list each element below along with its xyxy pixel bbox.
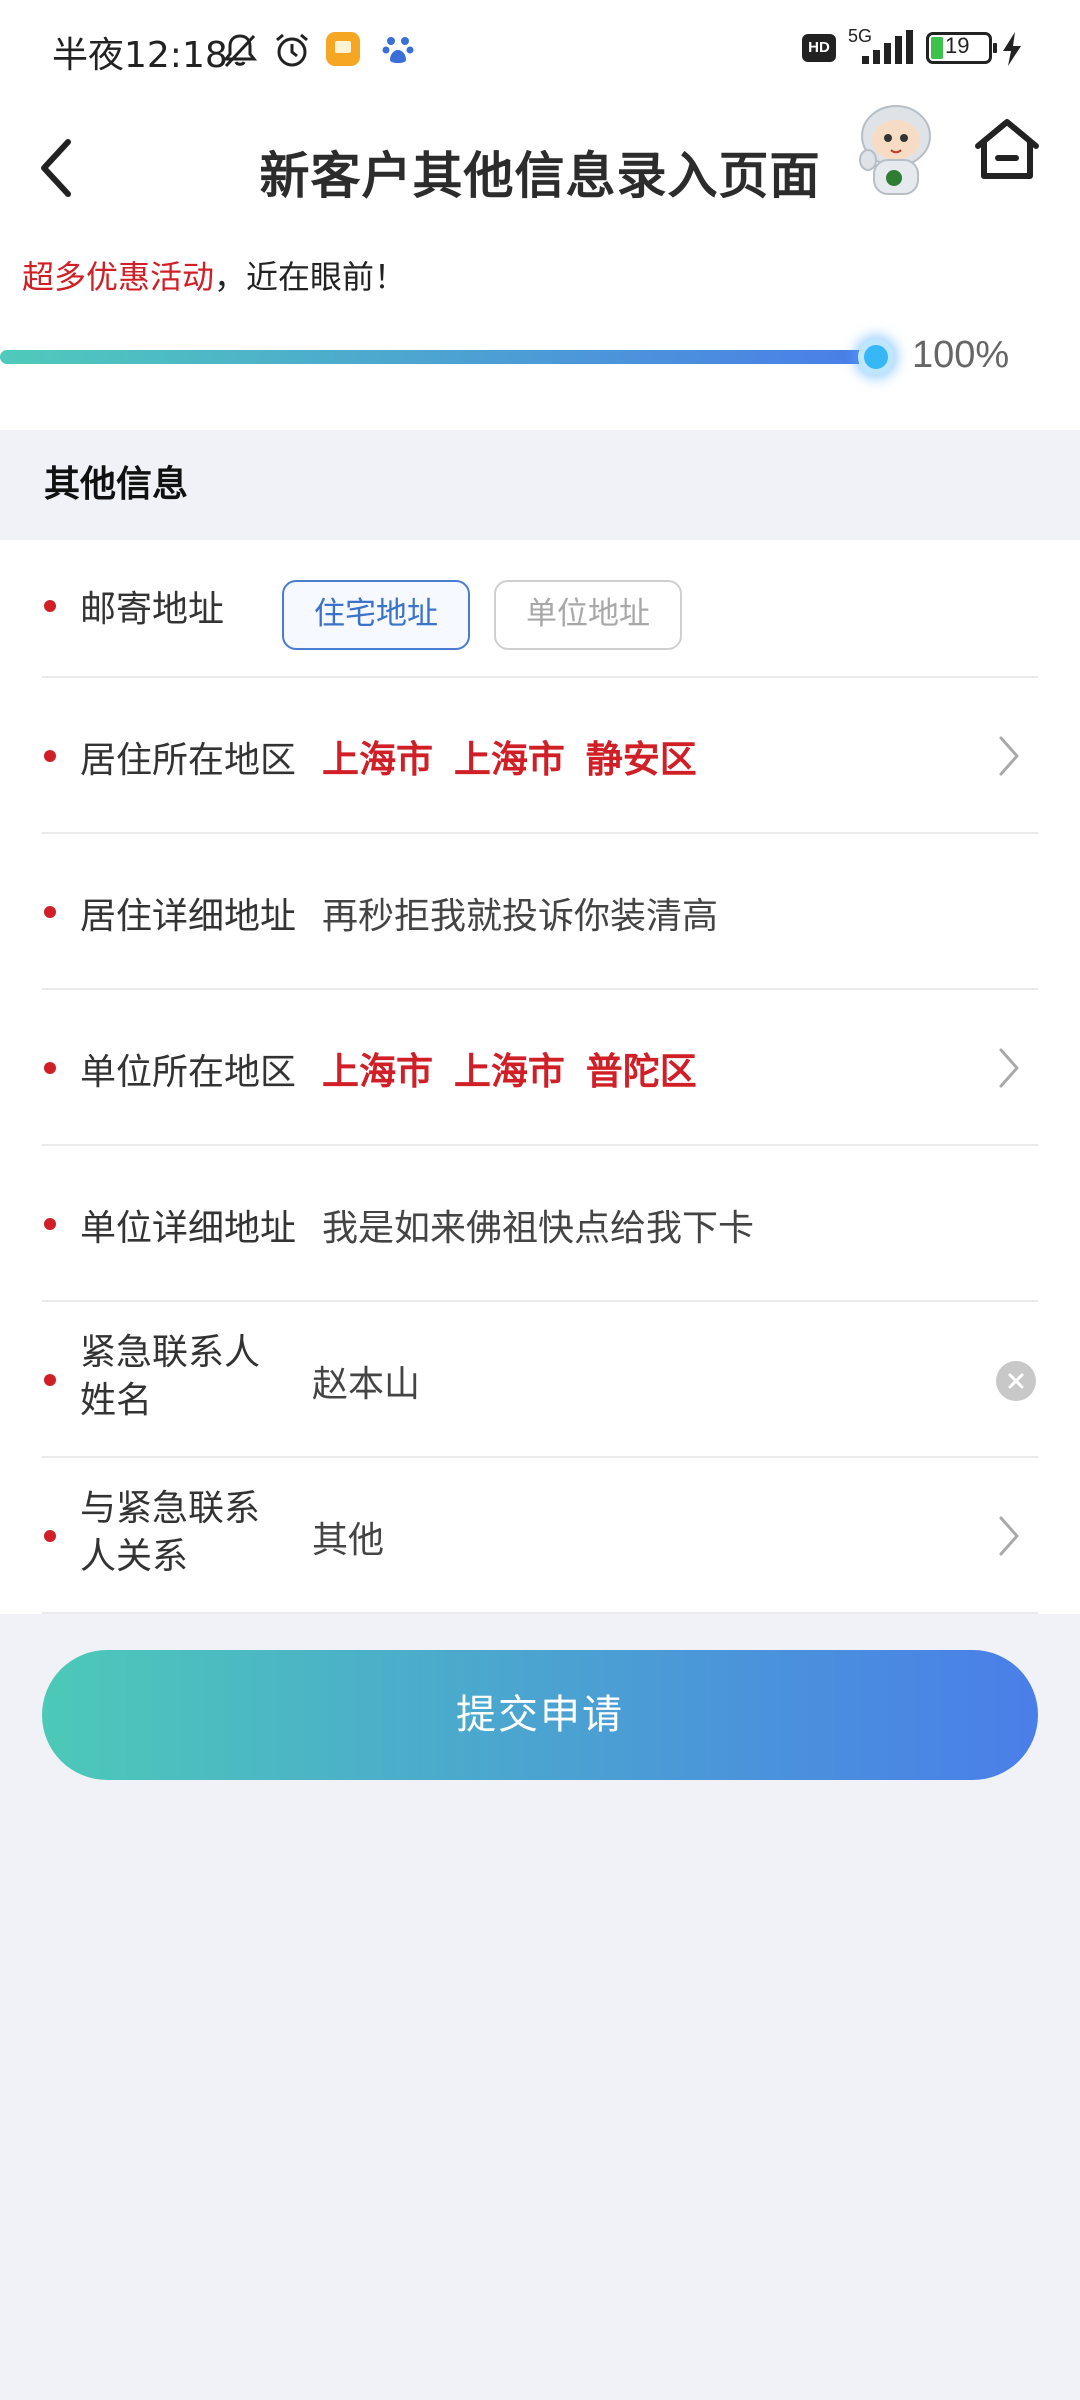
work-detail-row: 单位详细地址 我是如来佛祖快点给我下卡 bbox=[42, 1146, 1038, 1302]
residence-detail-field[interactable]: 再秒拒我就投诉你装清高 bbox=[322, 887, 718, 939]
mailing-address-label: 邮寄地址 bbox=[80, 589, 225, 630]
work-detail-field[interactable]: 我是如来佛祖快点给我下卡 bbox=[322, 1199, 754, 1251]
work-detail-label: 单位详细地址 bbox=[80, 1208, 297, 1249]
muted-bell-icon bbox=[222, 34, 258, 68]
alarm-clock-icon bbox=[276, 33, 308, 67]
required-dot bbox=[44, 1062, 56, 1074]
work-region-label: 单位所在地区 bbox=[80, 1052, 297, 1093]
required-dot bbox=[44, 906, 56, 918]
work-address-option[interactable]: 单位地址 bbox=[494, 580, 682, 650]
mailing-address-row: 邮寄地址 住宅地址 单位地址 bbox=[42, 540, 1038, 678]
notification-app-icon bbox=[326, 32, 360, 66]
required-dot bbox=[44, 600, 56, 612]
residence-detail-row: 居住详细地址 再秒拒我就投诉你装清高 bbox=[42, 834, 1038, 990]
chevron-right-icon[interactable] bbox=[996, 1046, 1022, 1090]
progress-fill bbox=[0, 350, 876, 364]
clear-input-icon[interactable] bbox=[996, 1361, 1036, 1401]
progress-row: 100% bbox=[0, 316, 1080, 430]
submit-application-button[interactable]: 提交申请 bbox=[42, 1650, 1038, 1780]
required-dot bbox=[44, 1374, 56, 1386]
other-info-form: 邮寄地址 住宅地址 单位地址 居住所在地区 上海市 上海市 静安区 居住详细地址… bbox=[0, 540, 1080, 1614]
residence-region-label: 居住所在地区 bbox=[80, 740, 297, 781]
progress-knob bbox=[858, 339, 894, 375]
battery-level: 19 bbox=[945, 33, 970, 58]
chevron-right-icon[interactable] bbox=[996, 734, 1022, 778]
hd-badge: HD bbox=[802, 34, 836, 62]
required-dot bbox=[44, 1218, 56, 1230]
residential-address-option[interactable]: 住宅地址 bbox=[282, 580, 470, 650]
emergency-contact-name-label: 紧急联系人姓名 bbox=[80, 1332, 261, 1421]
submit-area: 提交申请 bbox=[0, 1614, 1080, 1780]
required-dot bbox=[44, 1530, 56, 1542]
progress-percent: 100% bbox=[912, 334, 1010, 376]
required-dot bbox=[44, 750, 56, 762]
signal-icon bbox=[862, 30, 913, 64]
work-region-row[interactable]: 单位所在地区 上海市 上海市 普陀区 bbox=[42, 990, 1038, 1146]
emergency-contact-name-field[interactable]: 赵本山 bbox=[312, 1355, 420, 1407]
promo-banner[interactable]: 超多优惠活动，近在眼前！ bbox=[0, 238, 1080, 316]
emergency-relation-label: 与紧急联系人关系 bbox=[80, 1488, 261, 1577]
chevron-right-icon[interactable] bbox=[996, 1514, 1022, 1558]
paw-app-icon bbox=[382, 37, 414, 63]
work-region-value[interactable]: 上海市 上海市 普陀区 bbox=[322, 1041, 697, 1095]
residence-region-value[interactable]: 上海市 上海市 静安区 bbox=[322, 729, 697, 783]
progress-bar bbox=[0, 339, 894, 375]
promo-highlight[interactable]: 超多优惠活动 bbox=[22, 258, 214, 296]
astronaut-mascot-icon[interactable] bbox=[846, 98, 946, 202]
residence-region-row[interactable]: 居住所在地区 上海市 上海市 静安区 bbox=[42, 678, 1038, 834]
emergency-relation-value[interactable]: 其他 bbox=[312, 1511, 384, 1563]
nav-bar: 新客户其他信息录入页面 bbox=[0, 98, 1080, 238]
emergency-relation-row[interactable]: 与紧急联系人关系 其他 bbox=[42, 1458, 1038, 1614]
residence-detail-label: 居住详细地址 bbox=[80, 896, 297, 937]
status-time: 半夜12:18 bbox=[52, 35, 228, 76]
status-bar: 半夜12:18 HD 5G 19 bbox=[0, 0, 1080, 98]
emergency-contact-name-row: 紧急联系人姓名 赵本山 bbox=[42, 1302, 1038, 1458]
charging-bolt-icon bbox=[1003, 32, 1021, 66]
battery-icon: 19 bbox=[926, 32, 997, 64]
section-title: 其他信息 bbox=[0, 430, 1080, 540]
promo-text: ，近在眼前！ bbox=[214, 258, 407, 296]
home-icon[interactable] bbox=[970, 112, 1044, 186]
top-area: 半夜12:18 HD 5G 19 新客户其他信息录入页面 超多优惠活动，近在眼前… bbox=[0, 0, 1080, 430]
